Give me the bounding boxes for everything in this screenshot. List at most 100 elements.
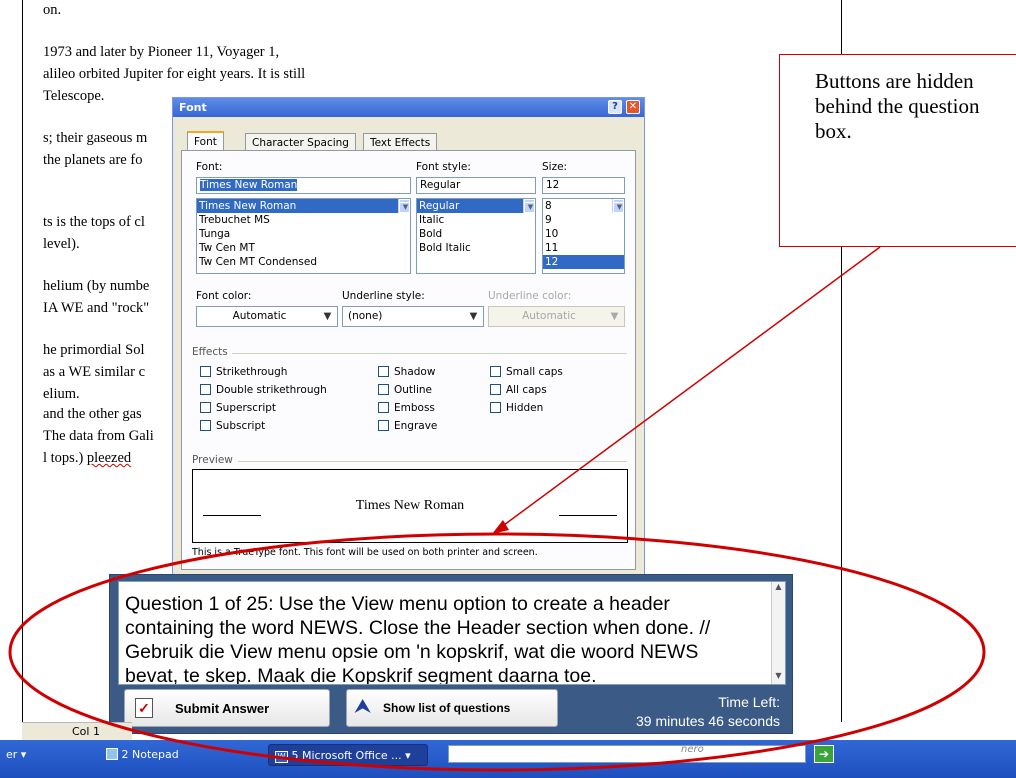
chevron-down-icon[interactable]: ▾ (405, 749, 411, 762)
callout-text: Buttons are hidden behind the question b… (815, 69, 980, 143)
doc-line: Telescope. (43, 88, 105, 104)
close-icon[interactable]: ✕ (626, 100, 640, 114)
word-icon: W (275, 751, 288, 763)
font-list[interactable]: Times New Roman Trebuchet MS Tunga Tw Ce… (196, 198, 411, 274)
preview-label: Preview (192, 454, 233, 466)
underline-style-select[interactable]: (none) ▼ (342, 306, 484, 327)
small-caps-checkbox[interactable]: Small caps (490, 366, 563, 378)
checkbox-box[interactable] (378, 402, 389, 413)
font-style-input[interactable]: Regular (416, 177, 536, 194)
hidden-checkbox[interactable]: Hidden (490, 402, 543, 414)
list-item[interactable]: Bold Italic (417, 241, 535, 255)
question-text-area[interactable]: Question 1 of 25: Use the View menu opti… (118, 581, 786, 685)
scroll-up-icon[interactable]: ▲ (772, 582, 785, 595)
checkbox-box[interactable] (490, 402, 501, 413)
list-item[interactable]: Tw Cen MT Condensed (197, 255, 410, 269)
list-item[interactable]: Regular (417, 199, 535, 213)
show-questions-label: Show list of questions (383, 701, 511, 715)
list-item[interactable]: 9 (543, 213, 624, 227)
checkbox-box[interactable] (490, 384, 501, 395)
chevron-down-icon[interactable]: ▼ (320, 309, 335, 324)
chevron-down-icon[interactable]: ▾ (21, 748, 27, 761)
checkbox-box[interactable] (200, 366, 211, 377)
doc-line: elium. (43, 386, 80, 402)
checkbox-box[interactable] (378, 420, 389, 431)
time-left-label: Time Left: (718, 694, 780, 710)
list-item[interactable]: Tw Cen MT (197, 241, 410, 255)
font-color-value: Automatic (232, 310, 287, 322)
submit-answer-label: Submit Answer (175, 701, 270, 716)
subscript-checkbox[interactable]: Subscript (200, 420, 265, 432)
preview-rule-left (203, 515, 261, 516)
doc-line: The data from Gali (43, 428, 154, 444)
scroll-down-icon[interactable]: ▼ (524, 202, 535, 213)
checkbox-box[interactable] (490, 366, 501, 377)
show-questions-button[interactable]: ⮝ Show list of questions (346, 689, 558, 727)
list-item[interactable]: Bold (417, 227, 535, 241)
address-input[interactable]: nero (448, 744, 806, 763)
engrave-checkbox[interactable]: Engrave (378, 420, 437, 432)
time-left: Time Left: 39 minutes 46 seconds (636, 693, 780, 731)
status-col: Col 1 (72, 725, 100, 738)
question-text: Question 1 of 25: Use the View menu opti… (125, 593, 711, 685)
doc-line: ts is the tops of cl (43, 214, 145, 230)
font-color-select[interactable]: Automatic ▼ (196, 306, 338, 327)
shadow-checkbox[interactable]: Shadow (378, 366, 435, 378)
outline-checkbox[interactable]: Outline (378, 384, 432, 396)
size-list[interactable]: 8 9 10 11 12 ▲▼ (542, 198, 625, 274)
chevron-down-icon[interactable]: ▼ (466, 309, 481, 324)
doc-line: l tops.) pleezed (43, 450, 131, 467)
doc-line: alileo orbited Jupiter for eight years. … (43, 66, 306, 82)
taskbar-item-label: er (6, 748, 18, 761)
question-box: Question 1 of 25: Use the View menu opti… (109, 574, 793, 734)
taskbar-item-word[interactable]: W 5 Microsoft Office ... ▾ (268, 744, 428, 766)
list-item[interactable]: 12 (543, 255, 624, 269)
question-scrollbar[interactable]: ▲ ▼ (771, 582, 785, 684)
checkbox-label: Subscript (216, 420, 266, 432)
font-name-input[interactable]: Times New Roman (196, 177, 411, 194)
nero-logo: nero (681, 744, 704, 755)
scroll-down-icon[interactable]: ▼ (772, 671, 785, 684)
list-item[interactable]: 10 (543, 227, 624, 241)
checkbox-label: Double strikethrough (216, 384, 327, 396)
list-item[interactable]: Tunga (197, 227, 410, 241)
checkbox-label: Shadow (394, 366, 436, 378)
style-list-scrollbar[interactable]: ▲▼ (523, 199, 535, 213)
misspelled-word[interactable]: pleezed (87, 450, 131, 466)
doc-line: and the other gas (43, 406, 142, 422)
font-list-scrollbar[interactable]: ▲▼ (398, 199, 410, 213)
size-input[interactable]: 12 (542, 177, 625, 194)
strikethrough-checkbox[interactable]: Strikethrough (200, 366, 287, 378)
checkbox-box[interactable] (378, 366, 389, 377)
size-list-scrollbar[interactable]: ▲▼ (612, 199, 624, 213)
all-caps-checkbox[interactable]: All caps (490, 384, 547, 396)
scroll-down-icon[interactable]: ▼ (399, 202, 410, 213)
list-item[interactable]: Trebuchet MS (197, 213, 410, 227)
checkbox-box[interactable] (200, 402, 211, 413)
list-item[interactable]: Italic (417, 213, 535, 227)
help-icon[interactable]: ? (608, 100, 622, 114)
doc-line: helium (by numbe (43, 278, 150, 294)
double-strikethrough-checkbox[interactable]: Double strikethrough (200, 384, 327, 396)
taskbar-item-label: 5 Microsoft Office ... (291, 749, 402, 762)
checkbox-label: Emboss (394, 402, 435, 414)
effects-divider (232, 353, 627, 354)
taskbar-item-notepad[interactable]: 2 Notepad (100, 744, 185, 766)
clipboard-check-icon: ✓ (135, 698, 153, 718)
submit-answer-button[interactable]: ✓ Submit Answer (124, 689, 330, 727)
list-item[interactable]: 11 (543, 241, 624, 255)
list-item[interactable]: Times New Roman (197, 199, 410, 213)
scroll-down-icon[interactable]: ▼ (613, 202, 624, 213)
go-arrow-icon[interactable]: ➔ (814, 745, 834, 763)
status-bar: Col 1 (22, 722, 132, 740)
superscript-checkbox[interactable]: Superscript (200, 402, 276, 414)
annotation-callout: Buttons are hidden behind the question b… (779, 54, 1016, 247)
checkbox-box[interactable] (200, 420, 211, 431)
taskbar-item-label: 2 Notepad (121, 748, 179, 761)
doc-line: as a WE similar c (43, 364, 146, 380)
font-style-list[interactable]: Regular Italic Bold Bold Italic ▲▼ (416, 198, 536, 274)
taskbar-item[interactable]: er ▾ (0, 744, 32, 766)
checkbox-box[interactable] (378, 384, 389, 395)
checkbox-box[interactable] (200, 384, 211, 395)
emboss-checkbox[interactable]: Emboss (378, 402, 435, 414)
